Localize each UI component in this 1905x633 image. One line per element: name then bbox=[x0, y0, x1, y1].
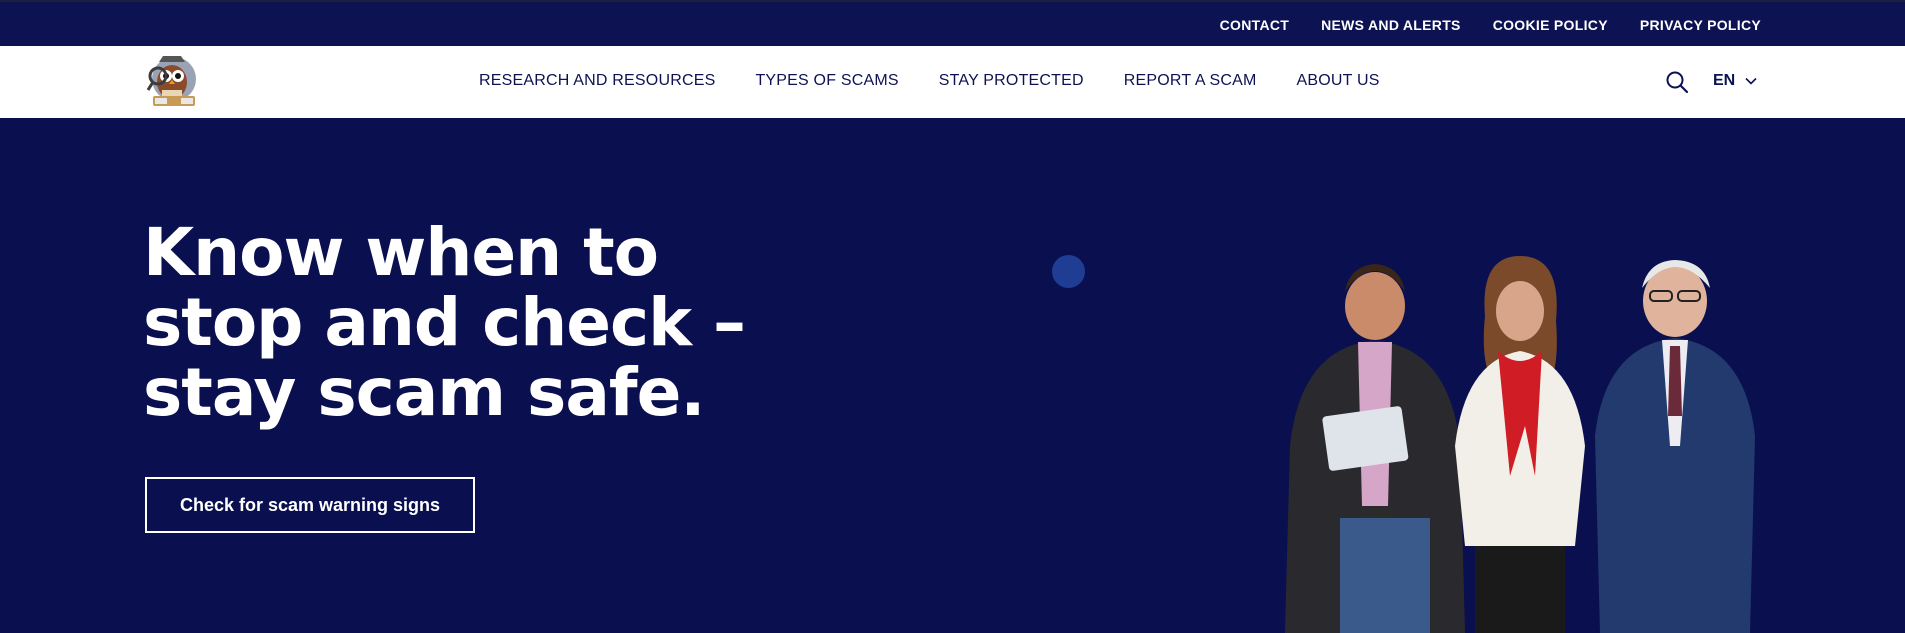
contact-link[interactable]: CONTACT bbox=[1220, 17, 1290, 33]
hero-section: Know when to stop and check – stay scam … bbox=[0, 118, 1905, 633]
owl-detective-logo[interactable] bbox=[145, 52, 203, 110]
chevron-down-icon bbox=[1745, 77, 1757, 85]
nav-about-us[interactable]: ABOUT US bbox=[1297, 72, 1380, 90]
language-selector[interactable]: EN bbox=[1713, 72, 1757, 90]
cookie-policy-link[interactable]: COOKIE POLICY bbox=[1493, 17, 1608, 33]
search-icon[interactable] bbox=[1665, 70, 1689, 94]
nav-research-and-resources[interactable]: RESEARCH AND RESOURCES bbox=[479, 72, 715, 90]
team-photo bbox=[1285, 256, 1755, 633]
nav-stay-protected[interactable]: STAY PROTECTED bbox=[939, 72, 1084, 90]
check-warning-signs-button[interactable]: Check for scam warning signs bbox=[145, 477, 475, 533]
decorative-dot bbox=[1052, 255, 1085, 288]
utility-bar: CONTACT NEWS AND ALERTS COOKIE POLICY PR… bbox=[0, 0, 1905, 46]
main-navbar: RESEARCH AND RESOURCES TYPES OF SCAMS ST… bbox=[0, 46, 1905, 118]
primary-menu: RESEARCH AND RESOURCES TYPES OF SCAMS ST… bbox=[479, 72, 1380, 90]
privacy-policy-link[interactable]: PRIVACY POLICY bbox=[1640, 17, 1761, 33]
utility-links: CONTACT NEWS AND ALERTS COOKIE POLICY PR… bbox=[1220, 17, 1761, 33]
news-and-alerts-link[interactable]: NEWS AND ALERTS bbox=[1321, 17, 1461, 33]
nav-types-of-scams[interactable]: TYPES OF SCAMS bbox=[755, 72, 898, 90]
nav-report-a-scam[interactable]: REPORT A SCAM bbox=[1124, 72, 1257, 90]
language-label: EN bbox=[1713, 72, 1736, 89]
hero-title: Know when to stop and check – stay scam … bbox=[143, 214, 746, 431]
